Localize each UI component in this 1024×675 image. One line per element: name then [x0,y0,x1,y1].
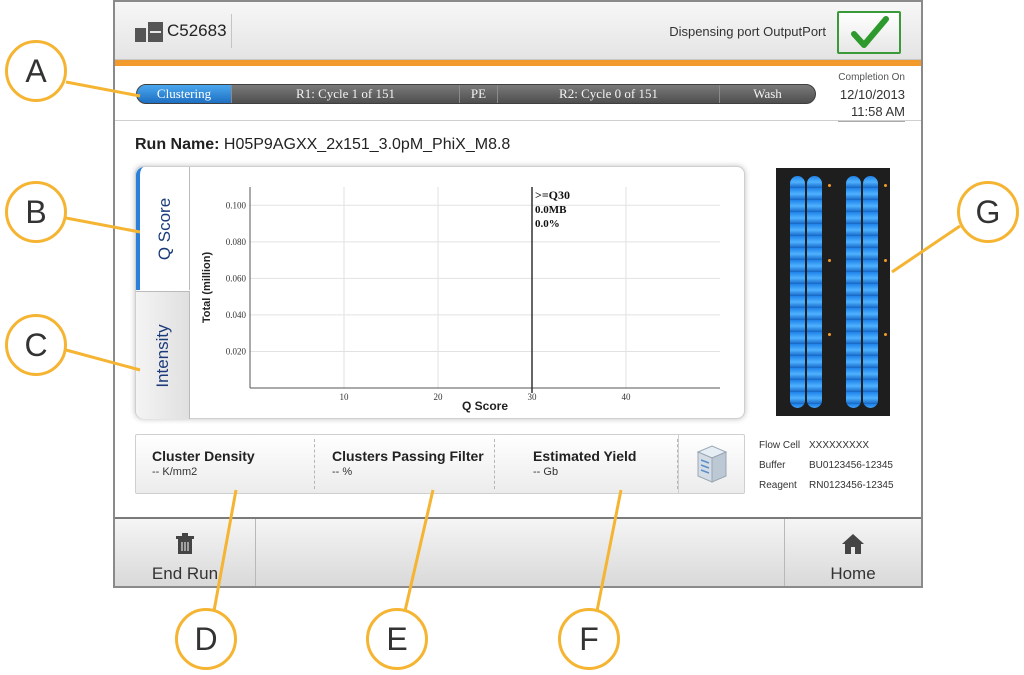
instrument-screen: C52683 Dispensing port OutputPort Cluste… [113,0,923,588]
flowcell-marker [828,259,831,262]
callout-a: A [5,40,67,102]
divider [115,120,921,121]
x-tick-label: 40 [622,392,632,402]
q30-annotation: 0.0% [535,218,560,230]
flow-cell-row: Flow Cell XXXXXXXXX [759,436,894,456]
flow-cell-value: XXXXXXXXX [809,440,870,451]
callout-d: D [175,608,237,670]
consumables-info: Flow Cell XXXXXXXXX Buffer BU0123456-12345… [759,436,894,496]
tab-intensity[interactable]: Intensity [136,291,190,419]
estimated-yield-value: -- Gb [533,466,559,478]
metric-divider [314,439,315,489]
metrics-panel: Cluster Density -- K/mm2 Clusters Passin… [135,434,745,494]
flowcell-marker [884,184,887,187]
buffer-label: Buffer [759,460,786,471]
footer-bar: End Run Home [115,517,921,586]
completion-info: Completion On 12/10/2013 11:58 AM [838,69,905,122]
callout-e: E [366,608,428,670]
flowcell-lane [807,176,822,408]
flowcell-lane [863,176,878,408]
completion-date: 12/10/2013 [839,87,905,102]
x-tick-label: 10 [340,392,350,402]
reagent-value: RN0123456-12345 [809,480,894,491]
header-bar: C52683 Dispensing port OutputPort [115,2,921,60]
chart-panel: Q Score Intensity 0.020 0.040 0.060 0.080 0.… [135,166,745,419]
y-tick-label: 0.020 [226,346,247,356]
home-button[interactable]: Home [785,519,921,586]
figure: C52683 Dispensing port OutputPort Cluste… [0,0,1024,675]
y-tick-label: 0.080 [226,237,247,247]
checkmark-icon [851,16,889,48]
y-tick-label: 0.100 [226,200,247,210]
tab-qscore[interactable]: Q Score [136,167,190,290]
reagent-row: Reagent RN0123456-12345 [759,476,894,496]
y-tick-label: 0.040 [226,310,247,320]
run-progress-bar: Clustering R1: Cycle 1 of 151 PE R2: Cyc… [136,84,816,104]
run-name: Run Name: H05P9AGXX_2x151_3.0pM_PhiX_M8.… [135,136,510,154]
reagent-button[interactable] [678,435,744,493]
header-divider [231,14,232,48]
cluster-density-value: -- K/mm2 [152,466,198,478]
estimated-yield-metric: Estimated Yield -- Gb [517,435,677,493]
y-tick-label: 0.060 [226,273,247,283]
clusters-pf-metric: Clusters Passing Filter -- % [316,435,494,493]
flowcell-lane [790,176,805,408]
home-icon [842,534,864,554]
callout-c: C [5,314,67,376]
flowcell-image [776,168,890,416]
dispensing-port-label: Dispensing port OutputPort [669,24,826,39]
x-axis-label: Q Score [462,399,508,413]
flowcell-marker [828,184,831,187]
callout-f: F [558,608,620,670]
flowcell-marker [884,333,887,336]
instrument-icon [135,22,163,42]
completion-label: Completion On [838,72,905,83]
flow-cell-label: Flow Cell [759,440,801,451]
estimated-yield-title: Estimated Yield [533,448,637,464]
trash-icon [176,533,194,554]
reagent-icon [696,445,728,483]
progress-step-read2: R2: Cycle 0 of 151 [498,85,720,103]
q30-annotation: >=Q30 [535,188,570,202]
cluster-density-metric: Cluster Density -- K/mm2 [136,435,314,493]
end-run-button[interactable]: End Run [115,519,255,586]
tab-intensity-label: Intensity [152,323,172,388]
run-name-label: Run Name: [135,136,220,153]
x-tick-label: 20 [434,392,444,402]
clusters-pf-title: Clusters Passing Filter [332,448,484,464]
flowcell-marker [828,333,831,336]
q30-annotation: 0.0MB [535,204,567,216]
clusters-pf-value: -- % [332,466,353,478]
cluster-density-title: Cluster Density [152,448,255,464]
x-tick-label: 30 [528,392,538,402]
confirm-button[interactable] [837,11,901,54]
tab-qscore-label: Q Score [154,197,174,260]
progress-step-pe: PE [460,85,498,103]
progress-step-clustering: Clustering [137,85,232,103]
qscore-chart: 0.020 0.040 0.060 0.080 0.100 10 20 30 40 Q Score… [201,187,720,413]
header-accent-bar [115,60,921,66]
y-axis-label: Total (million) [201,252,213,324]
callout-g: G [957,181,1019,243]
buffer-value: BU0123456-12345 [809,460,893,471]
progress-step-wash: Wash [753,86,782,101]
instrument-name: C52683 [167,21,227,40]
flowcell-marker [884,259,887,262]
progress-step-read1: R1: Cycle 1 of 151 [232,85,460,103]
end-run-label: End Run [151,564,219,583]
reagent-label: Reagent [759,480,797,491]
flowcell-lane [846,176,861,408]
buffer-row: Buffer BU0123456-12345 [759,456,894,476]
run-name-value: H05P9AGXX_2x151_3.0pM_PhiX_M8.8 [223,136,511,153]
metric-divider [494,439,495,489]
callout-b: B [5,181,67,243]
footer-divider [255,519,256,586]
home-label: Home [830,564,876,583]
